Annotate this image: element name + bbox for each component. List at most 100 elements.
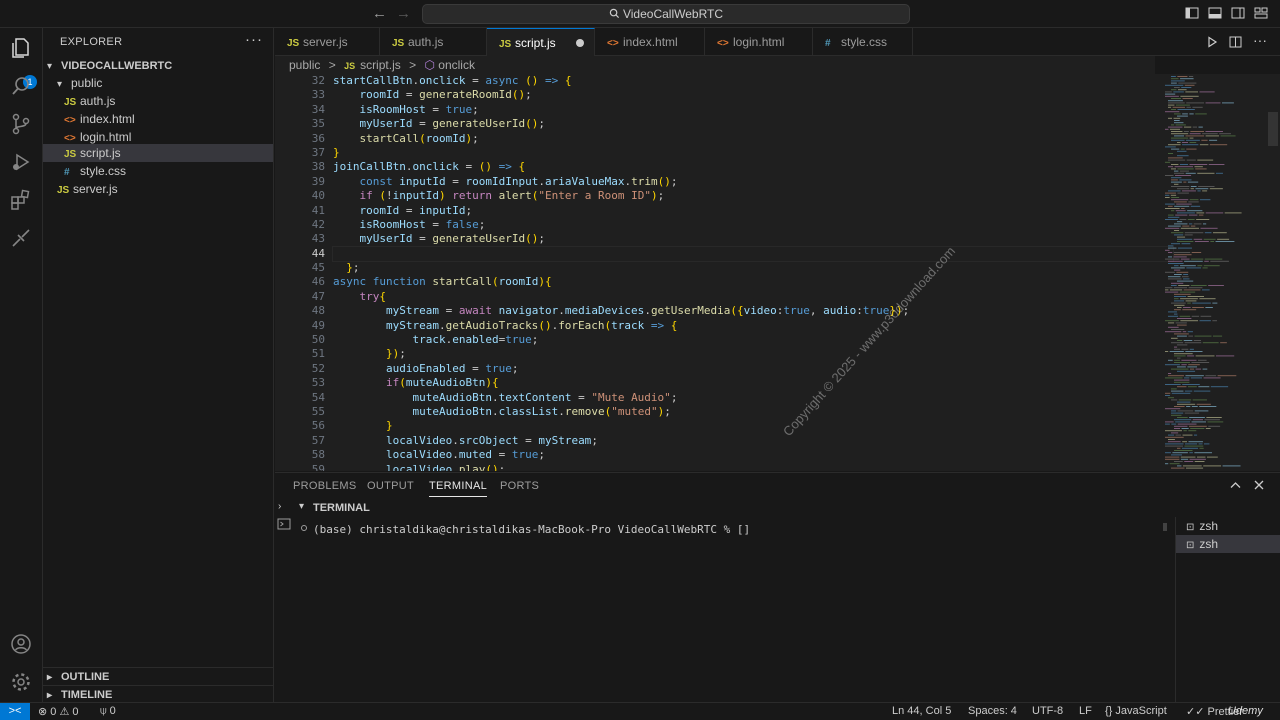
code-line[interactable]: audioEnabled = true; (333, 362, 1173, 376)
code-editor[interactable]: 32 33 34 35 36 37 38 39 40 41 42 43 44 45 46 47 48 49 50 51… (275, 74, 1280, 471)
code-line[interactable]: localVideo.play(); (333, 463, 1173, 471)
settings-gear-icon[interactable] (9, 670, 33, 694)
tree-file-index-html[interactable]: <> index.html (43, 110, 273, 128)
tab-script-js[interactable]: JS script.js (487, 28, 595, 56)
vertical-scrollbar[interactable] (1268, 112, 1278, 146)
customize-layout-icon[interactable] (1254, 6, 1268, 20)
code-lines[interactable]: startCallBtn.onclick = async () => { roo… (332, 74, 1174, 471)
code-line[interactable]: try{ (333, 290, 1173, 304)
run-debug-icon[interactable] (9, 150, 33, 174)
tab-style-css[interactable]: # style.css (813, 28, 913, 56)
code-line[interactable]: myUserId = generateUserId(); (333, 232, 1173, 246)
explorer-icon[interactable] (9, 36, 33, 60)
minimap-line (1177, 236, 1186, 238)
editor-more-actions-icon[interactable]: ··· (1253, 32, 1267, 48)
code-line[interactable]: roomId = inputId; (333, 204, 1173, 218)
forward-arrow-icon[interactable]: → (396, 5, 411, 22)
terminal-instance-1[interactable]: ⊡ zsh (1176, 517, 1280, 535)
tab-output[interactable]: OUTPUT (367, 480, 414, 492)
minimap-line (1210, 260, 1229, 262)
code-line[interactable]: isRoomHost = true; (333, 103, 1173, 117)
breadcrumb-symbol[interactable]: onclick (438, 58, 475, 72)
terminal-instance-2[interactable]: ⊡ zsh (1176, 535, 1280, 553)
extensions-icon[interactable] (9, 188, 33, 212)
code-line[interactable]: myStream = await navigator.mediaDevices.… (333, 304, 1173, 318)
outline-section[interactable]: ▸ OUTLINE (43, 667, 273, 685)
breadcrumb-folder[interactable]: public (289, 58, 320, 72)
code-line[interactable]: } (333, 419, 1173, 433)
breadcrumb-file[interactable]: script.js (360, 58, 401, 72)
tab-terminal[interactable]: TERMINAL (429, 480, 488, 497)
tab-ports[interactable]: PORTS (500, 480, 539, 492)
tab-server-js[interactable]: JS server.js (275, 28, 380, 56)
minimap-line (1197, 159, 1214, 161)
code-line[interactable]: track.enabled=true; (333, 333, 1173, 347)
code-line[interactable]: if(muteAudioBtn){ (333, 376, 1173, 390)
maximize-panel-chevron-up-icon[interactable] (1230, 481, 1241, 489)
indentation[interactable]: Spaces: 4 (968, 705, 1017, 717)
search-icon[interactable] (9, 74, 33, 98)
code-line[interactable]: roomId = generateRoomId(); (333, 88, 1173, 102)
tab-login-html[interactable]: <> login.html (705, 28, 813, 56)
end-of-line[interactable]: LF (1079, 705, 1092, 717)
toggle-secondary-sidebar-icon[interactable] (1231, 6, 1245, 20)
cursor-position[interactable]: Ln 44, Col 5 (892, 705, 951, 717)
code-line[interactable]: joinCallBtn.onclick = () => { (333, 160, 1173, 174)
more-actions-icon[interactable]: ··· (245, 31, 263, 48)
code-line[interactable]: const inputId = roomIdInput.ariaValueMax… (333, 175, 1173, 189)
terminal-split-icon[interactable] (277, 517, 291, 531)
code-line[interactable]: myStream.getAudioTracks().forEach(track … (333, 319, 1173, 333)
code-line[interactable]: if (!inputId) return alert("Enter a Room… (333, 189, 1173, 203)
language-mode[interactable]: {} JavaScript (1105, 705, 1167, 717)
source-control-icon[interactable] (9, 112, 33, 136)
terminal-output[interactable]: (base) christaldika@christaldikas-MacBoo… (313, 523, 750, 536)
run-file-icon[interactable] (1206, 36, 1218, 48)
split-editor-icon[interactable] (1229, 36, 1242, 48)
code-line[interactable]: }; (333, 261, 1173, 275)
code-line[interactable]: localVideo.muted = true; (333, 448, 1173, 462)
tab-index-html[interactable]: <> index.html (595, 28, 705, 56)
code-line[interactable]: startCallBtn.onclick = async () => { (333, 74, 1173, 88)
toggle-primary-sidebar-icon[interactable] (1185, 6, 1199, 20)
minimap-line (1165, 227, 1180, 229)
remote-indicator-icon[interactable]: >< (0, 703, 30, 720)
minimap-line (1165, 203, 1175, 205)
minimap-line (1201, 289, 1210, 291)
tree-folder-public[interactable]: ▾ public (43, 74, 273, 92)
code-line[interactable] (332, 245, 1174, 263)
code-line[interactable]: localVideo.srcObject = myStream; (333, 434, 1173, 448)
minimap-line (1169, 463, 1180, 465)
code-line[interactable]: isRoomHost = false; (333, 218, 1173, 232)
back-arrow-icon[interactable]: ← (372, 5, 387, 22)
tab-problems[interactable]: PROBLEMS (293, 480, 357, 492)
command-center-search[interactable]: VideoCallWebRTC (422, 4, 910, 24)
code-line[interactable]: muteAudioBtn.textContent = "Mute Audio"; (333, 391, 1173, 405)
accounts-icon[interactable] (9, 632, 33, 656)
toggle-panel-icon[interactable] (1208, 6, 1222, 20)
code-line[interactable]: }); (333, 347, 1173, 361)
code-line[interactable]: startCall(roomId); (333, 132, 1173, 146)
code-line[interactable]: } (333, 146, 1173, 160)
minimap-line (1174, 122, 1184, 124)
unsaved-dot-icon[interactable] (576, 39, 584, 47)
tree-file-script-js[interactable]: JS script.js (43, 144, 273, 162)
minimap[interactable] (1163, 74, 1263, 471)
minimap-line (1177, 447, 1181, 449)
code-line[interactable]: async function startCall(roomId){ (333, 275, 1173, 289)
tree-file-server-js[interactable]: JS server.js (43, 180, 273, 198)
code-line[interactable]: muteAudioBtn.classList.remove("muted"); (333, 405, 1173, 419)
code-line[interactable]: myUserId = generateUserId(); (333, 117, 1173, 131)
tree-file-auth-js[interactable]: JS auth.js (43, 92, 273, 110)
timeline-section[interactable]: ▸ TIMELINE (43, 685, 273, 703)
encoding[interactable]: UTF-8 (1032, 705, 1063, 717)
tab-auth-js[interactable]: JS auth.js (380, 28, 487, 56)
remote-explorer-icon[interactable] (9, 226, 33, 250)
project-root-folder[interactable]: ▾ VIDEOCALLWEBRTC (43, 56, 273, 74)
minimap-line (1182, 384, 1200, 385)
tree-file-style-css[interactable]: # style.css (43, 162, 273, 180)
close-panel-icon[interactable] (1254, 480, 1264, 490)
terminal-section-header[interactable]: › ▾ TERMINAL (275, 500, 1280, 518)
problems-indicator[interactable]: ⊗ 0 ⚠ 0 (38, 705, 79, 718)
terminal-scrollbar[interactable] (1163, 523, 1167, 531)
ports-indicator[interactable]: ⍦ 0 (100, 705, 116, 718)
